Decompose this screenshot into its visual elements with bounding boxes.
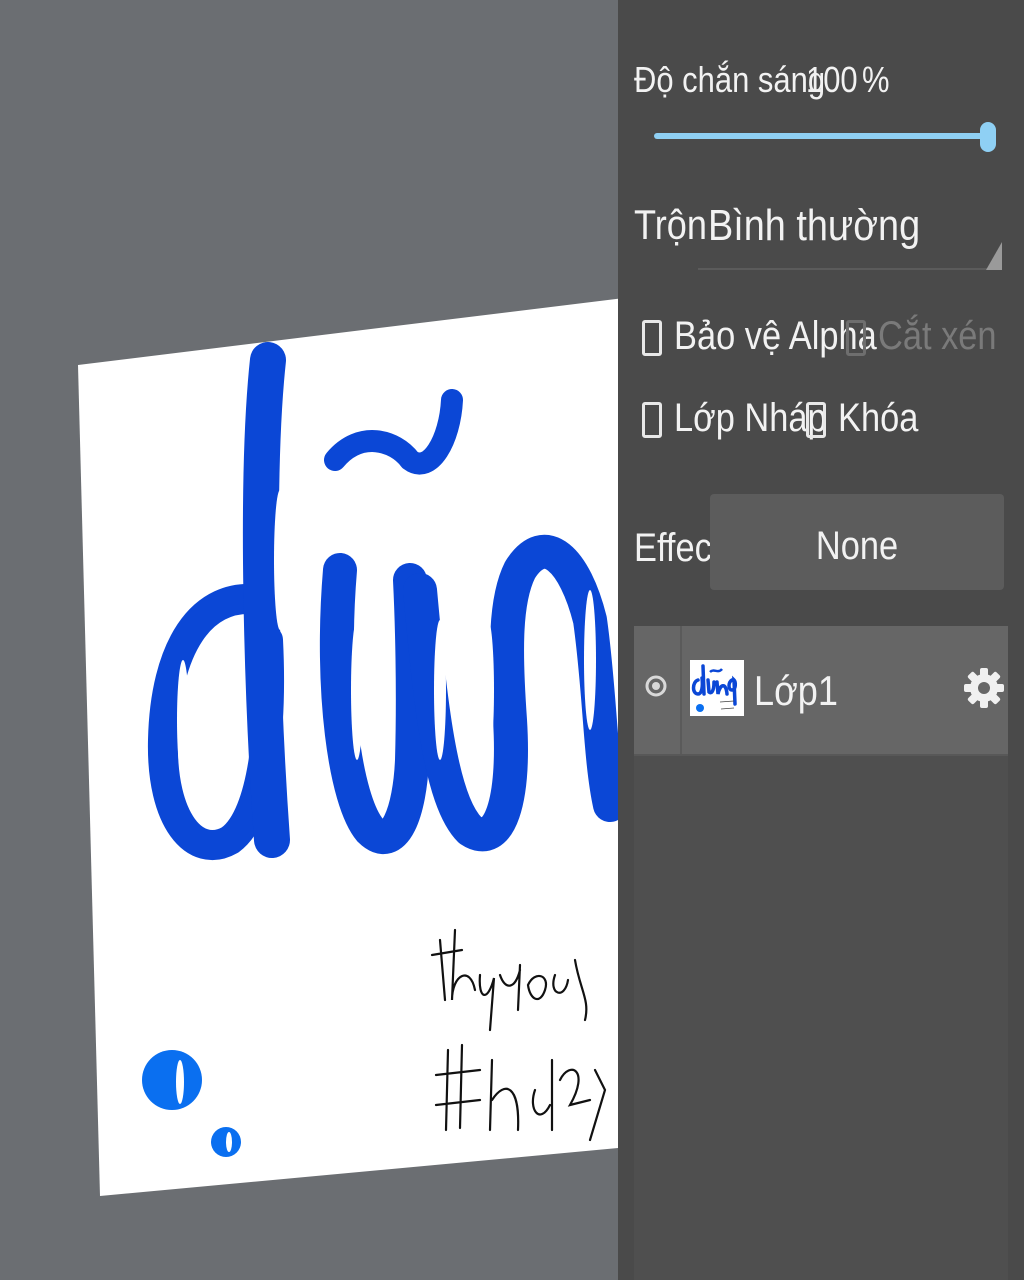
dropdown-arrow-icon [986,242,1002,270]
checkbox-box [642,320,662,356]
layer-row[interactable]: Lớp1 [634,626,1008,756]
lock-checkbox[interactable]: Khóa [806,396,919,442]
checkbox-box [846,320,866,356]
blend-underline [698,268,990,270]
draft-layer-label: Lớp Nháp [674,396,827,440]
canvas-artwork [78,298,618,1196]
checkbox-box [806,402,826,438]
drawing-canvas[interactable] [0,0,618,1280]
layer-properties-panel: Độ chắn sáng 100 % Trộn Bình thường Bảo … [618,0,1024,1280]
effect-label: Effect [634,526,722,570]
opacity-label: Độ chắn sáng [634,59,826,100]
gear-icon[interactable] [964,666,1004,710]
lock-label: Khóa [838,396,919,440]
layer-thumbnail [690,660,744,716]
opacity-value: 100 [806,59,858,100]
effect-button[interactable]: None [710,494,1004,590]
layers-list: Lớp1 [634,626,1008,1280]
draft-layer-checkbox[interactable]: Lớp Nháp [642,398,827,442]
clipping-label: Cắt xén [878,314,997,358]
blend-mode-value: Bình thường [708,201,921,250]
opacity-slider-thumb[interactable] [980,122,996,152]
blend-label: Trộn [634,201,707,248]
opacity-slider[interactable] [654,133,988,139]
eye-icon[interactable] [644,674,668,698]
checkbox-box [642,402,662,438]
clipping-checkbox[interactable]: Cắt xén [846,314,997,360]
layer-row-divider [680,626,682,754]
opacity-unit: % [862,59,890,100]
effect-value: None [815,524,899,568]
blend-mode-select[interactable]: Bình thường [698,190,1002,272]
protect-alpha-checkbox[interactable]: Bảo vệ Alpha [642,316,877,360]
layer-name: Lớp1 [754,667,838,714]
